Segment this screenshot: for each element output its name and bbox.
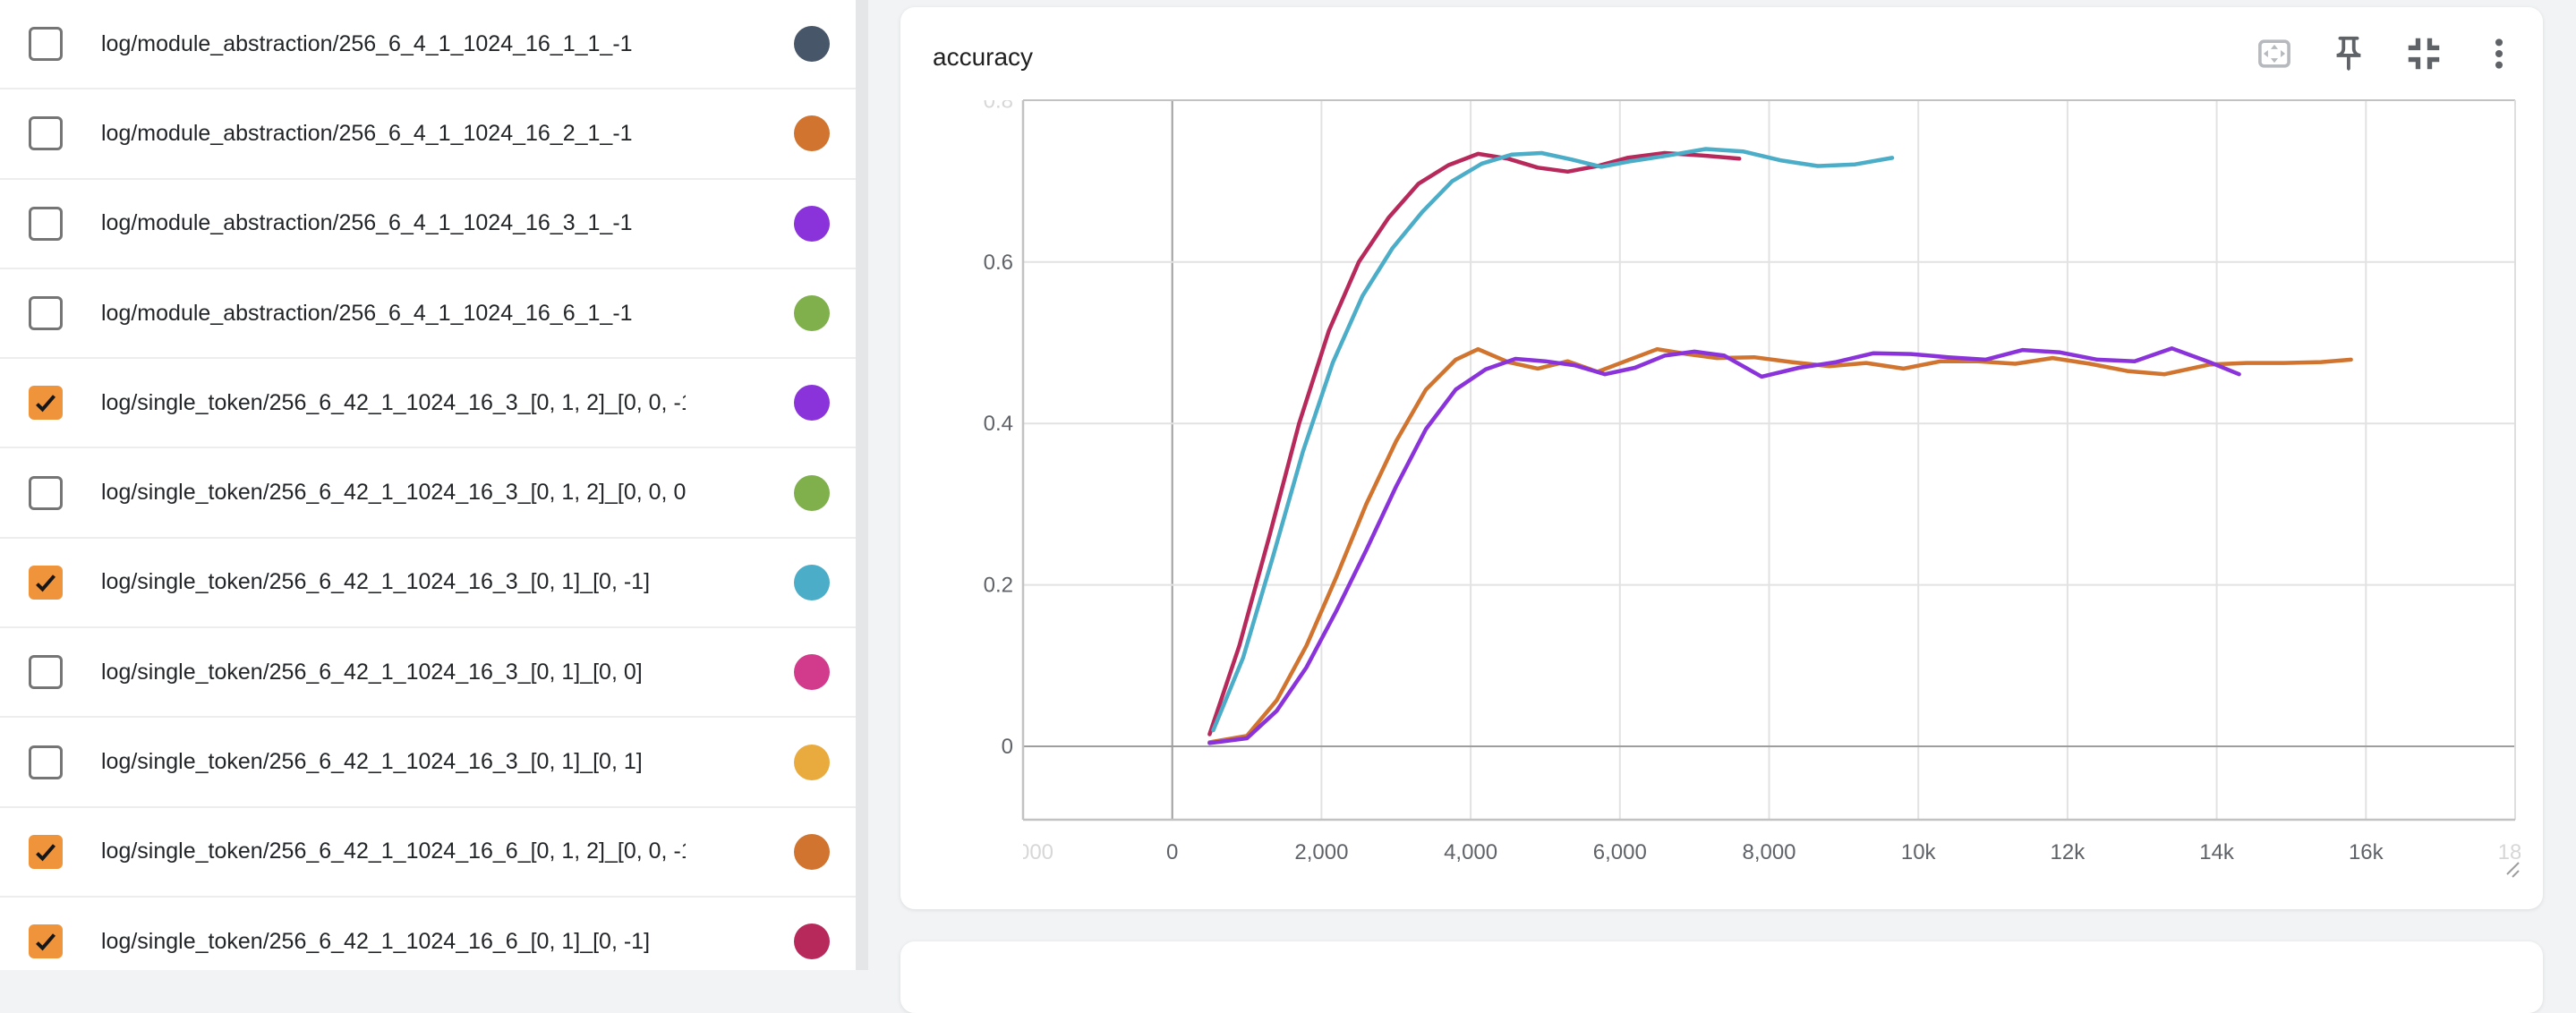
x-axis-tick-label: 6,000	[1593, 840, 1647, 864]
run-label: log/module_abstraction/256_6_4_1_1024_16…	[101, 210, 686, 236]
run-list-item: log/single_token/256_6_42_1_1024_16_3_[0…	[0, 359, 856, 448]
x-axis-tick-label: 12k	[2051, 840, 2086, 864]
run-color-dot	[794, 745, 830, 780]
run-color-dot	[794, 565, 830, 600]
run-checkbox-unchecked[interactable]	[29, 476, 63, 510]
run-color-dot	[794, 206, 830, 242]
run-color-dot	[794, 475, 830, 511]
run-list-item: log/module_abstraction/256_6_4_1_1024_16…	[0, 89, 856, 179]
run-label: log/single_token/256_6_42_1_1024_16_3_[0…	[101, 390, 686, 416]
x-axis-tick-label: 8,000	[1742, 840, 1796, 864]
run-label: log/single_token/256_6_42_1_1024_16_3_[0…	[101, 749, 686, 775]
run-checkbox-checked[interactable]	[29, 835, 63, 869]
run-list-item: log/single_token/256_6_42_1_1024_16_3_[0…	[0, 448, 856, 538]
run-checkbox-unchecked[interactable]	[29, 27, 63, 61]
run-color-dot	[794, 115, 830, 151]
run-color-dot	[794, 26, 830, 62]
run-color-dot	[794, 295, 830, 331]
run-checkbox-unchecked[interactable]	[29, 116, 63, 150]
run-label: log/module_abstraction/256_6_4_1_1024_16…	[101, 301, 686, 327]
x-axis-tick-label: 10k	[1901, 840, 1937, 864]
run-list-item: log/single_token/256_6_42_1_1024_16_3_[0…	[0, 539, 856, 628]
run-list-item: log/module_abstraction/256_6_4_1_1024_16…	[0, 0, 856, 89]
run-list-item: log/single_token/256_6_42_1_1024_16_3_[0…	[0, 628, 856, 718]
x-axis-tick-label: -2,000	[993, 840, 1053, 864]
series-line[interactable]	[1209, 153, 1739, 735]
run-label: log/single_token/256_6_42_1_1024_16_3_[0…	[101, 569, 686, 595]
card-resize-handle[interactable]	[2507, 863, 2519, 877]
run-checkbox-unchecked[interactable]	[29, 207, 63, 241]
x-axis-tick-label: 14k	[2199, 840, 2235, 864]
run-label: log/module_abstraction/256_6_4_1_1024_16…	[101, 121, 686, 147]
run-checkbox-checked[interactable]	[29, 386, 63, 420]
run-checkbox-unchecked[interactable]	[29, 655, 63, 689]
run-color-dot	[794, 834, 830, 870]
run-label: log/single_token/256_6_42_1_1024_16_6_[0…	[101, 838, 686, 864]
x-axis-tick-label: 16k	[2349, 840, 2384, 864]
y-axis-tick-label: 0	[1002, 735, 1013, 759]
run-checkbox-unchecked[interactable]	[29, 296, 63, 330]
x-axis-tick-label: 18k	[2498, 840, 2534, 864]
next-scalar-card	[900, 941, 2543, 1013]
run-list-item: log/module_abstraction/256_6_4_1_1024_16…	[0, 180, 856, 269]
runs-scrollbar[interactable]	[856, 0, 868, 970]
run-list-item: log/single_token/256_6_42_1_1024_16_3_[0…	[0, 718, 856, 807]
accuracy-line-chart[interactable]: -2,000 0 2,000 4,000 6,000 8,000 10k 12k 14k 16k 1…	[900, 7, 2543, 909]
run-checkbox-checked[interactable]	[29, 566, 63, 600]
run-color-dot	[794, 654, 830, 690]
y-axis-tick-label: 0.2	[984, 574, 1013, 598]
series-line[interactable]	[1214, 149, 1893, 731]
scalar-card-accuracy: accuracy -2,00002,0004,0006,0008,00010k1…	[900, 7, 2543, 909]
y-axis-tick-label: 0.4	[984, 412, 1013, 436]
series-line[interactable]	[1209, 348, 2239, 743]
run-checkbox-unchecked[interactable]	[29, 745, 63, 779]
y-axis-tick-label: 0.6	[984, 251, 1013, 275]
x-axis-tick-label: 2,000	[1294, 840, 1348, 864]
run-color-dot	[794, 385, 830, 421]
run-label: log/single_token/256_6_42_1_1024_16_3_[0…	[101, 480, 686, 506]
run-selector-panel: log/module_abstraction/256_6_4_1_1024_16…	[0, 0, 856, 970]
x-axis-tick-label: 4,000	[1444, 840, 1497, 864]
series-line[interactable]	[1209, 349, 2350, 742]
run-label: log/single_token/256_6_42_1_1024_16_6_[0…	[101, 929, 686, 955]
run-label: log/single_token/256_6_42_1_1024_16_3_[0…	[101, 660, 686, 685]
run-checkbox-checked[interactable]	[29, 924, 63, 958]
x-axis-tick-label: 0	[1166, 840, 1178, 864]
run-list-item: log/single_token/256_6_42_1_1024_16_6_[0…	[0, 898, 856, 970]
run-label: log/module_abstraction/256_6_4_1_1024_16…	[101, 31, 686, 57]
run-color-dot	[794, 924, 830, 959]
y-axis-tick-label: 0.8	[984, 89, 1013, 113]
run-list-item: log/single_token/256_6_42_1_1024_16_6_[0…	[0, 808, 856, 898]
run-list-item: log/module_abstraction/256_6_4_1_1024_16…	[0, 269, 856, 359]
